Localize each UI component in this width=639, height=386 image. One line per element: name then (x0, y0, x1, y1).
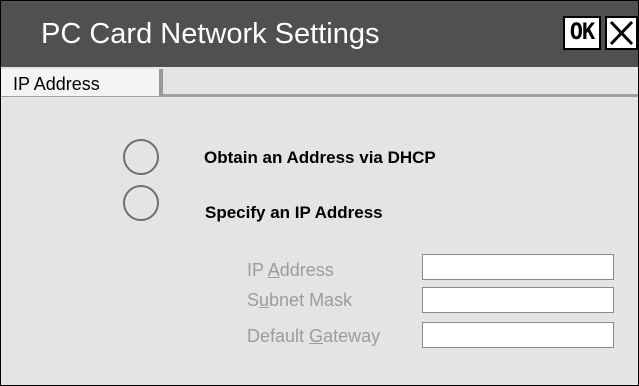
close-button[interactable] (605, 16, 638, 50)
default-gateway-field[interactable] (422, 322, 614, 348)
subnet-mask-label: Subnet Mask (247, 290, 353, 310)
network-settings-window: PC Card Network Settings OK IP Address O… (0, 0, 639, 386)
subnet-mask-accelerator: u (259, 290, 270, 310)
ip-address-label: IP Address (247, 260, 334, 280)
default-gateway-accelerator: G (309, 326, 324, 346)
tab-ip-address-label: IP Address (13, 74, 100, 94)
ip-address-field[interactable] (422, 254, 614, 280)
dhcp-radio[interactable] (123, 139, 159, 175)
static-ip-radio-label[interactable]: Specify an IP Address (205, 203, 383, 223)
title-bar: PC Card Network Settings OK (1, 1, 638, 67)
ip-address-accelerator: A (267, 260, 280, 280)
ok-button-label: OK (569, 20, 595, 45)
static-ip-radio[interactable] (123, 185, 159, 221)
tab-ip-address[interactable]: IP Address (1, 69, 163, 96)
window-title: PC Card Network Settings (41, 18, 380, 50)
ok-button[interactable]: OK (563, 16, 601, 50)
close-x-icon (609, 20, 634, 46)
default-gateway-label: Default Gateway (247, 326, 381, 346)
dhcp-radio-label[interactable]: Obtain an Address via DHCP (204, 148, 436, 168)
subnet-mask-field[interactable] (422, 287, 614, 313)
